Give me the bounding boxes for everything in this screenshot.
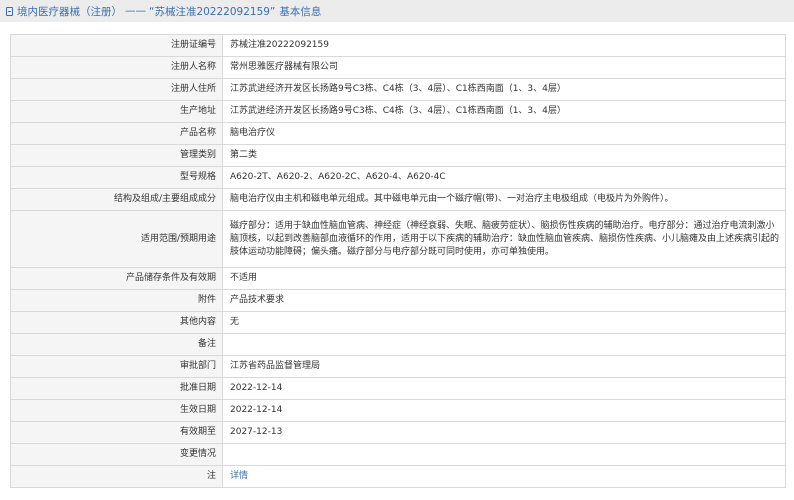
row-value-cell: 详情 [222, 465, 786, 488]
table-row-storage: 产品储存条件及有效期 不适用 [10, 267, 786, 290]
table-row-note: 注 详情 [10, 465, 786, 488]
row-value [222, 443, 786, 466]
document-icon [6, 6, 13, 16]
row-label: 管理类别 [10, 144, 223, 167]
table-row-model-spec: 型号规格 A620-2T、A620-2、A620-2C、A620-4、A620-… [10, 166, 786, 189]
header-suffix: 基本信息 [279, 5, 322, 18]
table-row-intended-use: 适用范围/预期用途 磁疗部分：适用于缺血性脑血管病、神经症（神经衰弱、失眠、脑疲… [10, 210, 786, 268]
row-value: 江苏武进经济开发区长扬路9号C3栋、C4栋（3、4层）、C1栋西南面（1、3、4… [222, 78, 786, 101]
table-row-changes: 变更情况 [10, 443, 786, 466]
registration-info-table: 注册证编号 苏械注准20222092159 注册人名称 常州思雅医疗器械有限公司… [10, 34, 786, 488]
row-value: 第二类 [222, 144, 786, 167]
row-label: 有效期至 [10, 421, 223, 444]
row-value: 2027-12-13 [222, 421, 786, 444]
row-value: 常州思雅医疗器械有限公司 [222, 56, 786, 79]
table-row-attachment: 附件 产品技术要求 [10, 289, 786, 312]
row-label: 生效日期 [10, 399, 223, 422]
row-value: 2022-12-14 [222, 399, 786, 422]
table-row-approval-date: 批准日期 2022-12-14 [10, 377, 786, 400]
page-header: 境内医疗器械（注册） —— “苏械注准20222092159” 基本信息 [0, 0, 794, 22]
row-value: A620-2T、A620-2、A620-2C、A620-4、A620-4C [222, 166, 786, 189]
row-label: 批准日期 [10, 377, 223, 400]
row-value: 脑电治疗仪 [222, 122, 786, 145]
table-row-structure: 结构及组成/主要组成成分 脑电治疗仪由主机和磁电单元组成。其中磁电单元由一个磁疗… [10, 188, 786, 211]
table-row-management-class: 管理类别 第二类 [10, 144, 786, 167]
row-label: 注册人住所 [10, 78, 223, 101]
row-value: 无 [222, 311, 786, 334]
header-reg-number: “苏械注准20222092159” [149, 5, 276, 18]
row-value: 2022-12-14 [222, 377, 786, 400]
row-label: 审批部门 [10, 355, 223, 378]
table-row-remarks: 备注 [10, 333, 786, 356]
row-value: 磁疗部分：适用于缺血性脑血管病、神经症（神经衰弱、失眠、脑疲劳症状）、脑损伤性疾… [222, 210, 786, 268]
row-label: 注册证编号 [10, 34, 223, 57]
breadcrumb-category[interactable]: 境内医疗器械（注册） [17, 4, 122, 19]
row-value: 不适用 [222, 267, 786, 290]
row-label: 结构及组成/主要组成成分 [10, 188, 223, 211]
row-value: 江苏省药品监督管理局 [222, 355, 786, 378]
header-separator: —— [125, 5, 146, 17]
table-row-effective-date: 生效日期 2022-12-14 [10, 399, 786, 422]
row-label: 型号规格 [10, 166, 223, 189]
table-row-registrant-address: 注册人住所 江苏武进经济开发区长扬路9号C3栋、C4栋（3、4层）、C1栋西南面… [10, 78, 786, 101]
row-label: 其他内容 [10, 311, 223, 334]
row-label: 变更情况 [10, 443, 223, 466]
table-row-valid-until: 有效期至 2027-12-13 [10, 421, 786, 444]
table-row-reg-no: 注册证编号 苏械注准20222092159 [10, 34, 786, 57]
table-row-registrant-name: 注册人名称 常州思雅医疗器械有限公司 [10, 56, 786, 79]
row-value [222, 333, 786, 356]
row-label: 生产地址 [10, 100, 223, 123]
table-row-product-name: 产品名称 脑电治疗仪 [10, 122, 786, 145]
row-label: 产品名称 [10, 122, 223, 145]
row-label: 产品储存条件及有效期 [10, 267, 223, 290]
row-label: 适用范围/预期用途 [10, 210, 223, 268]
row-label: 附件 [10, 289, 223, 312]
details-link[interactable]: 详情 [230, 471, 248, 481]
table-row-approval-dept: 审批部门 江苏省药品监督管理局 [10, 355, 786, 378]
row-value: 江苏武进经济开发区长扬路9号C3栋、C4栋（3、4层）、C1栋西南面（1、3、4… [222, 100, 786, 123]
table-row-other: 其他内容 无 [10, 311, 786, 334]
row-label: 备注 [10, 333, 223, 356]
row-value: 苏械注准20222092159 [222, 34, 786, 57]
row-label: 注 [10, 465, 223, 488]
row-value: 产品技术要求 [222, 289, 786, 312]
row-label: 注册人名称 [10, 56, 223, 79]
row-value: 脑电治疗仪由主机和磁电单元组成。其中磁电单元由一个磁疗帽(带)、一对治疗主电极组… [222, 188, 786, 211]
table-row-production-address: 生产地址 江苏武进经济开发区长扬路9号C3栋、C4栋（3、4层）、C1栋西南面（… [10, 100, 786, 123]
